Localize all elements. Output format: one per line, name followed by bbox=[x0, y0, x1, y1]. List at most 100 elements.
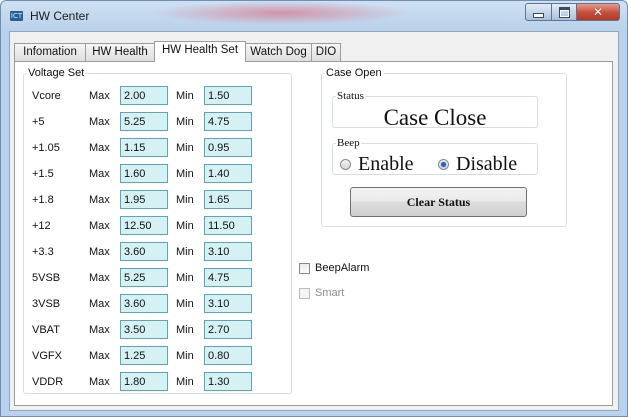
min-label: Min bbox=[176, 220, 194, 232]
hw-center-window: ICT HW Center ✕ Infomation HW Health HW … bbox=[0, 0, 628, 417]
min-label: Min bbox=[176, 142, 194, 154]
beep-enable-radio[interactable]: Enable bbox=[340, 153, 414, 176]
max-label: Max bbox=[89, 90, 110, 102]
max-label: Max bbox=[89, 220, 110, 232]
min-value-input[interactable] bbox=[204, 86, 252, 105]
max-label: Max bbox=[89, 194, 110, 206]
beep-alarm-checkbox-box bbox=[299, 262, 310, 274]
voltage-name: +1.5 bbox=[32, 168, 54, 180]
app-icon: ICT bbox=[10, 11, 23, 21]
tab-dio[interactable]: DIO bbox=[311, 43, 341, 61]
voltage-name: +5 bbox=[32, 116, 45, 128]
max-value-input[interactable] bbox=[120, 320, 168, 339]
clear-status-button[interactable]: Clear Status bbox=[350, 187, 527, 217]
maximize-icon bbox=[558, 6, 570, 18]
max-label: Max bbox=[89, 350, 110, 362]
hw-health-set-page: Voltage Set Vcore Max Min +5 Max Min +1.05 Max M… bbox=[14, 61, 613, 406]
max-value-input[interactable] bbox=[120, 346, 168, 365]
min-label: Min bbox=[176, 272, 194, 284]
min-label: Min bbox=[176, 90, 194, 102]
min-value-input[interactable] bbox=[204, 190, 252, 209]
min-label: Min bbox=[176, 194, 194, 206]
voltage-name: Vcore bbox=[32, 90, 61, 102]
min-label: Min bbox=[176, 116, 194, 128]
max-label: Max bbox=[89, 272, 110, 284]
min-value-input[interactable] bbox=[204, 372, 252, 391]
min-label: Min bbox=[176, 350, 194, 362]
tab-watch-dog[interactable]: Watch Dog bbox=[245, 43, 312, 61]
voltage-rows: Vcore Max Min +5 Max Min +1.05 Max Min +1.5 Max Min… bbox=[24, 79, 291, 393]
max-label: Max bbox=[89, 116, 110, 128]
close-icon: ✕ bbox=[592, 5, 604, 19]
case-open-legend: Case Open bbox=[326, 67, 382, 79]
voltage-name: +12 bbox=[32, 220, 51, 232]
max-label: Max bbox=[89, 298, 110, 310]
min-label: Min bbox=[176, 298, 194, 310]
beep-alarm-label: BeepAlarm bbox=[315, 262, 370, 274]
min-value-input[interactable] bbox=[204, 242, 252, 261]
max-value-input[interactable] bbox=[120, 242, 168, 261]
max-value-input[interactable] bbox=[120, 112, 168, 131]
smart-checkbox-box bbox=[299, 287, 310, 299]
voltage-set-group: Voltage Set Vcore Max Min +5 Max Min +1.05 Max M… bbox=[23, 67, 292, 394]
max-label: Max bbox=[89, 142, 110, 154]
title-bar[interactable]: ICT HW Center ✕ bbox=[1, 1, 627, 31]
status-box: Status Case Close bbox=[332, 90, 538, 130]
voltage-name: 3VSB bbox=[32, 298, 61, 310]
min-value-input[interactable] bbox=[204, 268, 252, 287]
max-label: Max bbox=[89, 324, 110, 336]
tab-hw-health[interactable]: HW Health bbox=[85, 43, 155, 61]
min-label: Min bbox=[176, 246, 194, 258]
min-label: Min bbox=[176, 168, 194, 180]
min-value-input[interactable] bbox=[204, 216, 252, 235]
minimize-icon bbox=[533, 12, 544, 18]
voltage-name: +1.05 bbox=[32, 142, 60, 154]
min-value-input[interactable] bbox=[204, 112, 252, 131]
title-glow bbox=[151, 1, 411, 25]
window-title: HW Center bbox=[30, 9, 90, 23]
tab-hw-health-set[interactable]: HW Health Set bbox=[154, 41, 246, 62]
max-value-input[interactable] bbox=[120, 86, 168, 105]
radio-enable-indicator bbox=[340, 159, 351, 170]
maximize-button[interactable] bbox=[551, 3, 577, 21]
max-value-input[interactable] bbox=[120, 216, 168, 235]
beep-alarm-checkbox[interactable]: BeepAlarm bbox=[299, 262, 369, 274]
voltage-set-legend: Voltage Set bbox=[28, 67, 85, 79]
voltage-name: VGFX bbox=[32, 350, 62, 362]
voltage-name: VDDR bbox=[32, 376, 64, 388]
max-value-input[interactable] bbox=[120, 138, 168, 157]
max-value-input[interactable] bbox=[120, 268, 168, 287]
smart-label: Smart bbox=[315, 287, 345, 299]
min-value-input[interactable] bbox=[204, 320, 252, 339]
max-label: Max bbox=[89, 246, 110, 258]
status-legend: Status bbox=[337, 90, 364, 102]
min-label: Min bbox=[176, 324, 194, 336]
radio-disable-indicator bbox=[438, 159, 449, 170]
voltage-name: VBAT bbox=[32, 324, 60, 336]
max-label: Max bbox=[89, 376, 110, 388]
min-label: Min bbox=[176, 376, 194, 388]
beep-disable-radio[interactable]: Disable bbox=[438, 153, 517, 176]
beep-box: Beep Enable Disable bbox=[332, 137, 538, 175]
max-value-input[interactable] bbox=[120, 294, 168, 313]
max-value-input[interactable] bbox=[120, 372, 168, 391]
min-value-input[interactable] bbox=[204, 294, 252, 313]
voltage-name: +3.3 bbox=[32, 246, 54, 258]
case-status-value: Case Close bbox=[383, 105, 487, 130]
minimize-button[interactable] bbox=[525, 3, 552, 21]
min-value-input[interactable] bbox=[204, 138, 252, 157]
beep-legend: Beep bbox=[337, 137, 360, 149]
max-value-input[interactable] bbox=[120, 164, 168, 183]
enable-label: Enable bbox=[358, 153, 414, 175]
close-button[interactable]: ✕ bbox=[576, 3, 620, 21]
max-label: Max bbox=[89, 168, 110, 180]
smart-checkbox[interactable]: Smart bbox=[299, 287, 344, 299]
min-value-input[interactable] bbox=[204, 346, 252, 365]
case-open-group: Case Open Status Case Close Beep Enable … bbox=[321, 67, 567, 227]
client-area: Infomation HW Health HW Health Set Watch… bbox=[9, 31, 619, 411]
tab-infomation[interactable]: Infomation bbox=[14, 43, 86, 61]
min-value-input[interactable] bbox=[204, 164, 252, 183]
voltage-name: 5VSB bbox=[32, 272, 61, 284]
disable-label: Disable bbox=[456, 153, 518, 175]
max-value-input[interactable] bbox=[120, 190, 168, 209]
